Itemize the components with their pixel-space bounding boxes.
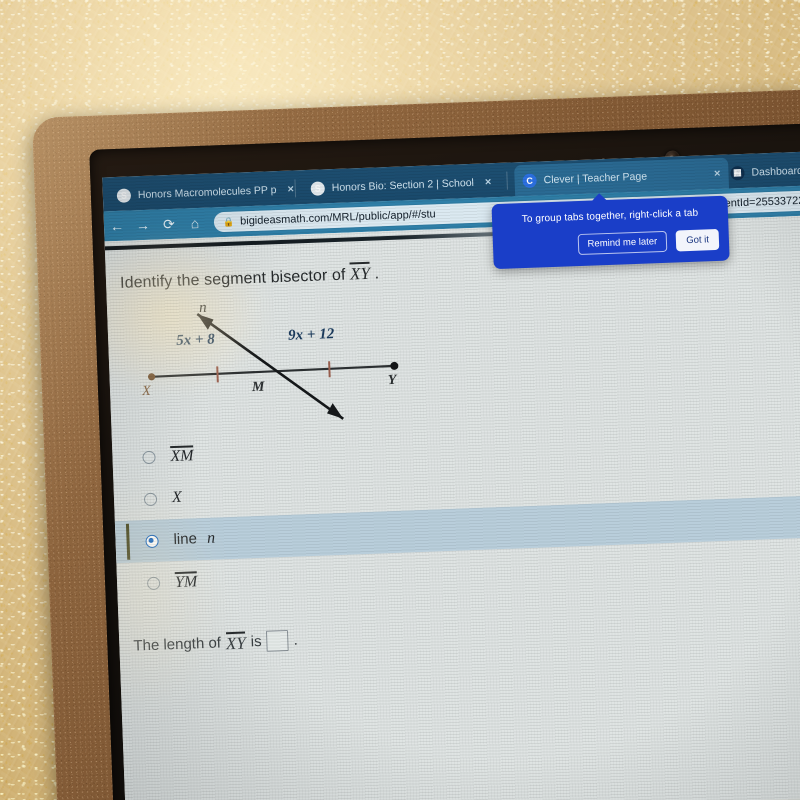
answer-input[interactable] bbox=[266, 629, 289, 652]
point-x-label: X bbox=[141, 383, 151, 400]
option-text: line bbox=[173, 530, 198, 549]
browser-window: S Honors Macromolecules PP p × S Honors … bbox=[102, 151, 800, 800]
tab-title: Honors Bio: Section 2 | School bbox=[331, 176, 475, 194]
url-text: bigideasmath.com/MRL/public/app/#/stu bbox=[239, 208, 436, 228]
home-icon[interactable]: ⌂ bbox=[181, 210, 208, 237]
laptop: S Honors Macromolecules PP p × S Honors … bbox=[32, 86, 800, 800]
radio-button-x[interactable] bbox=[143, 492, 158, 506]
got-it-button[interactable]: Got it bbox=[675, 228, 720, 252]
radio-button-line-n[interactable] bbox=[145, 534, 159, 548]
figure-svg bbox=[147, 313, 399, 420]
screenshot-stage: S Honors Macromolecules PP p × S Honors … bbox=[0, 0, 800, 800]
line-n-label: n bbox=[198, 299, 207, 316]
forward-icon[interactable]: → bbox=[130, 212, 157, 239]
tab-title: Honors Macromolecules PP p bbox=[137, 183, 277, 201]
reload-icon[interactable]: ⟳ bbox=[156, 211, 183, 238]
segment-xy-label: XY bbox=[349, 261, 371, 284]
laptop-screen: S Honors Macromolecules PP p × S Honors … bbox=[102, 151, 800, 800]
option-text: YM bbox=[174, 571, 198, 592]
point-y-label: Y bbox=[387, 372, 397, 389]
option-label-ym: YM bbox=[174, 571, 198, 592]
question-prefix: Identify the segment bisector of bbox=[119, 266, 346, 292]
browser-tab[interactable]: ▦ Dashboard bbox=[722, 152, 800, 189]
answer-prefix: The length of bbox=[133, 634, 222, 655]
option-text-variable: n bbox=[206, 529, 216, 547]
answer-suffix: . bbox=[293, 631, 299, 649]
question-suffix: . bbox=[374, 265, 380, 283]
right-expression-label: 9x + 12 bbox=[287, 326, 335, 344]
schoology-icon: S bbox=[116, 187, 132, 203]
tooltip-message: To group tabs together, right-click a ta… bbox=[521, 207, 699, 226]
radio-button-xm[interactable] bbox=[142, 450, 156, 464]
tab-group-tooltip: To group tabs together, right-click a ta… bbox=[491, 195, 730, 270]
lock-icon: 🔒 bbox=[222, 216, 235, 227]
schoology-icon: S bbox=[310, 180, 326, 196]
clever-icon: C bbox=[522, 173, 537, 188]
geometry-figure: n 5x + 8 9x + 12 X M Y bbox=[127, 291, 462, 443]
close-icon[interactable]: × bbox=[714, 167, 721, 179]
answer-options: XM X line n YM bbox=[112, 409, 800, 605]
option-text: XM bbox=[170, 445, 194, 467]
back-icon[interactable]: ← bbox=[104, 212, 131, 239]
option-label-x: X bbox=[172, 489, 182, 507]
point-m-label: M bbox=[251, 379, 265, 396]
answer-segment-label: XY bbox=[225, 631, 247, 654]
tab-title: Clever | Teacher Page bbox=[543, 170, 648, 186]
pagination-bar: Previous 1 2 3 4 5 6 7 8 bbox=[125, 795, 800, 800]
close-icon[interactable]: × bbox=[287, 183, 294, 195]
tooltip-buttons: Remind me later Got it bbox=[503, 228, 720, 258]
answer-middle: is bbox=[250, 632, 262, 651]
radio-button-ym[interactable] bbox=[146, 576, 161, 590]
tab-title: Dashboard bbox=[751, 164, 800, 179]
option-text: X bbox=[171, 488, 183, 507]
dashboard-icon: ▦ bbox=[730, 165, 745, 180]
answer-statement: The length of XY is . bbox=[133, 629, 299, 657]
close-icon[interactable]: × bbox=[485, 176, 492, 188]
question-prompt: Identify the segment bisector of XY . bbox=[120, 261, 380, 292]
option-label-xm: XM bbox=[170, 445, 194, 467]
option-label-line-n: line n bbox=[173, 530, 215, 550]
page-content: Identify the segment bisector of XY . n … bbox=[104, 213, 800, 800]
left-expression-label: 5x + 8 bbox=[175, 331, 216, 349]
remind-me-later-button[interactable]: Remind me later bbox=[577, 230, 668, 256]
